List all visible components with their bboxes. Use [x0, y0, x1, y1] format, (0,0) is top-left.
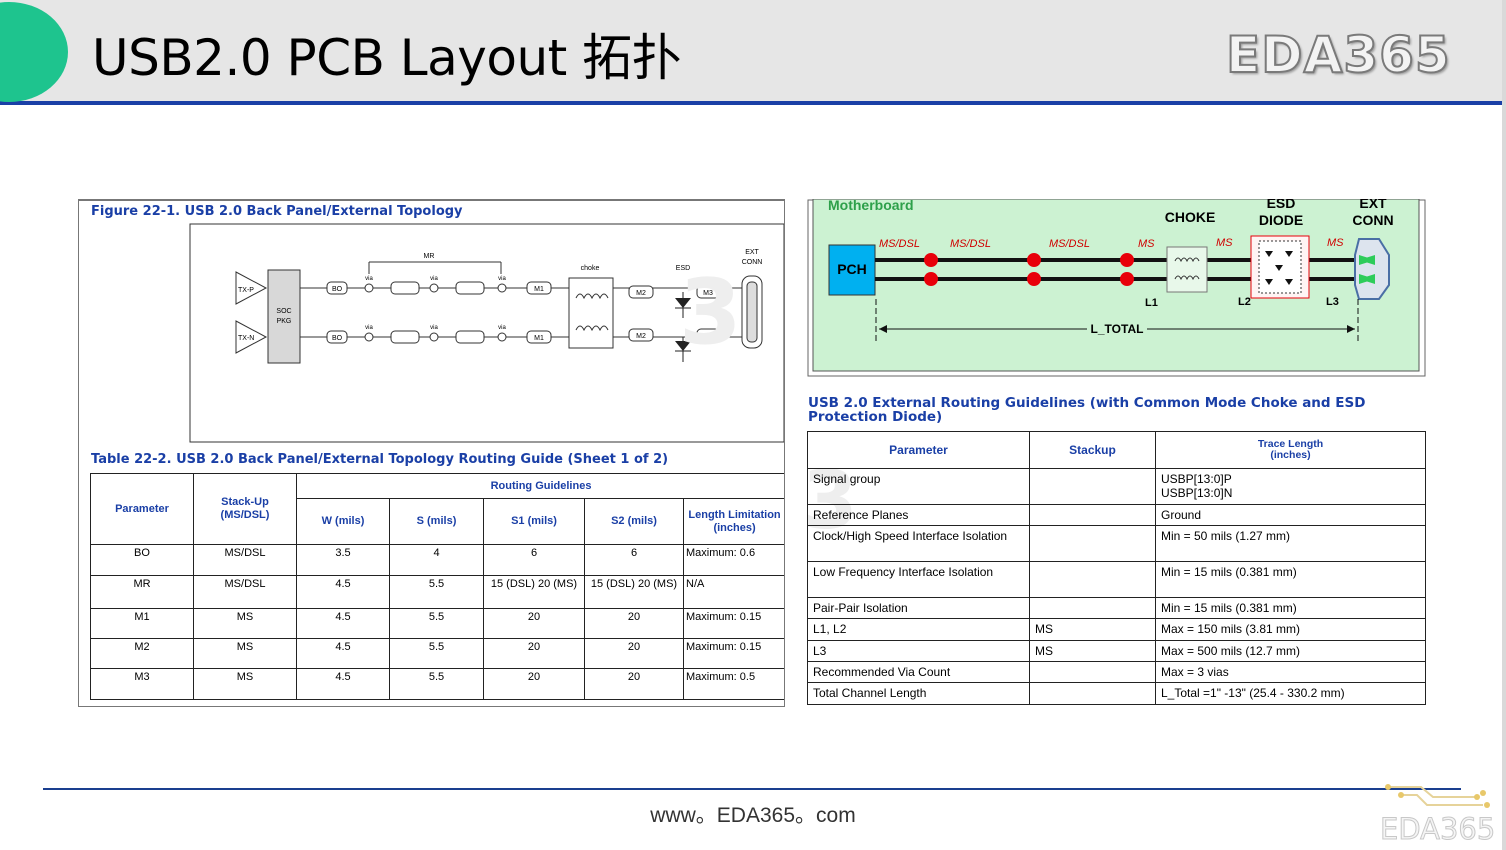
- right-figure-panel: Motherboard CHOKE ESD DIODE EXT CONN MS/…: [807, 199, 1427, 709]
- external-topology-diagram: Motherboard CHOKE ESD DIODE EXT CONN MS/…: [807, 199, 1426, 377]
- svg-text:BO: BO: [332, 335, 343, 342]
- conn-label: CONN: [742, 259, 763, 266]
- footer-eda365-logo: EDA365: [1379, 812, 1496, 847]
- page-edge: [1502, 0, 1506, 850]
- table-row: Recommended Via Count Max = 3 vias: [807, 661, 1426, 683]
- ext-label: EXT: [1359, 199, 1387, 211]
- table-row: Total Channel Length L_Total =1" -13" (25…: [807, 682, 1426, 705]
- svg-text:MS: MS: [1138, 238, 1155, 250]
- eda365-logo: EDA365: [1225, 25, 1451, 85]
- ext-label: EXT: [745, 249, 759, 256]
- table-row: Reference Planes Ground: [807, 504, 1426, 526]
- svg-text:via: via: [430, 325, 438, 331]
- svg-text:via: via: [498, 276, 506, 282]
- footer-divider: [43, 788, 1461, 790]
- pkg-label: PKG: [277, 318, 292, 325]
- table-row: MR MS/DSL 4.5 5.5 15 (DSL) 20 (MS) 15 (DSL) 2…: [90, 575, 784, 609]
- esd-label: ESD: [1267, 199, 1296, 211]
- left-figure-panel: Figure 22-1. USB 2.0 Back Panel/External…: [78, 199, 785, 707]
- external-routing-title: USB 2.0 External Routing Guidelines (wit…: [808, 395, 1366, 425]
- txp-label: TX-P: [238, 287, 254, 294]
- svg-text:M2: M2: [636, 333, 646, 340]
- txn-label: TX-N: [238, 335, 254, 342]
- conn-label: CONN: [1352, 212, 1393, 228]
- svg-text:MS/DSL: MS/DSL: [1049, 238, 1090, 250]
- svg-text:M1: M1: [534, 286, 544, 293]
- accent-circle: [0, 2, 68, 102]
- motherboard-label: Motherboard: [828, 199, 914, 213]
- ltotal-label: L_TOTAL: [1091, 322, 1144, 336]
- choke-label: choke: [581, 265, 600, 272]
- table-row: BO MS/DSL 3.5 4 6 6 Maximum: 0.6: [90, 544, 784, 576]
- svg-text:MS: MS: [1327, 237, 1344, 249]
- choke-label: CHOKE: [1165, 209, 1216, 225]
- svg-text:via: via: [365, 325, 373, 331]
- pch-label: PCH: [837, 261, 867, 277]
- slide-title: USB2.0 PCB Layout 拓扑: [92, 29, 682, 87]
- svg-text:via: via: [365, 276, 373, 282]
- table-row: M3 MS 4.5 5.5 20 20 Maximum: 0.5: [90, 668, 784, 700]
- slide-header: USB2.0 PCB Layout 拓扑 EDA365: [0, 0, 1506, 105]
- circuit-decoration-icon: [1385, 784, 1490, 808]
- soc-label: SOC: [276, 308, 291, 315]
- table-row: M1 MS 4.5 5.5 20 20 Maximum: 0.15: [90, 608, 784, 639]
- svg-text:L1: L1: [1145, 297, 1158, 309]
- svg-text:via: via: [430, 276, 438, 282]
- svg-text:MS/DSL: MS/DSL: [879, 238, 920, 250]
- svg-text:MS/DSL: MS/DSL: [950, 238, 991, 250]
- table-row: Signal group USBP[13:0]P USBP[13:0]N: [807, 468, 1426, 505]
- svg-text:M1: M1: [534, 335, 544, 342]
- svg-text:MS: MS: [1216, 237, 1233, 249]
- table-row: Clock/High Speed Interface Isolation Min …: [807, 525, 1426, 562]
- svg-text:L2: L2: [1238, 296, 1251, 308]
- mr-label: MR: [424, 253, 435, 260]
- svg-text:via: via: [498, 325, 506, 331]
- left-watermark: 3: [679, 260, 742, 365]
- svg-text:BO: BO: [332, 286, 343, 293]
- external-routing-table: Parameter Stackup Trace Length (inches) S…: [807, 431, 1426, 705]
- table-row: L1, L2 MS Max = 150 mils (3.81 mm): [807, 618, 1426, 641]
- table-row: Pair-Pair Isolation Min = 15 mils (0.381 …: [807, 597, 1426, 619]
- table-row: M2 MS 4.5 5.5 20 20 Maximum: 0.15: [90, 638, 784, 669]
- routing-guide-table: Parameter Stack-Up (MS/DSL) Routing Guid…: [90, 473, 784, 700]
- routing-table-title: Table 22-2. USB 2.0 Back Panel/External …: [91, 452, 669, 467]
- svg-text:L3: L3: [1326, 296, 1339, 308]
- footer-url: www。EDA365。com: [650, 804, 856, 827]
- svg-text:M2: M2: [636, 290, 646, 297]
- diode-label: DIODE: [1259, 212, 1303, 228]
- table-row: Low Frequency Interface Isolation Min = 1…: [807, 561, 1426, 598]
- table-row: L3 MS Max = 500 mils (12.7 mm): [807, 640, 1426, 662]
